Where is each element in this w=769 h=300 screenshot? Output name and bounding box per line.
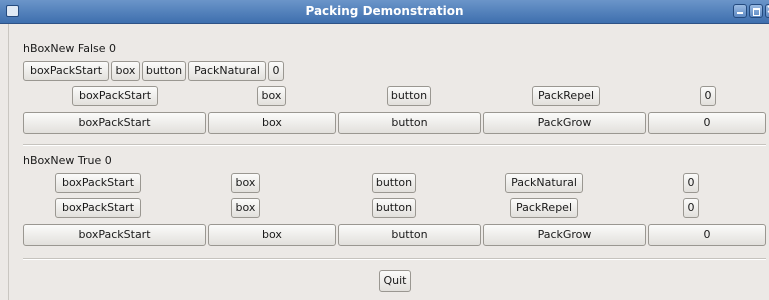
window-title: Packing Demonstration — [305, 4, 464, 18]
button-packnatural[interactable]: PackNatural — [188, 61, 266, 81]
button-button[interactable]: button — [372, 173, 416, 193]
button-packrepel[interactable]: PackRepel — [532, 86, 600, 106]
button-button[interactable]: button — [142, 61, 186, 81]
button-packnatural[interactable]: PackNatural — [505, 173, 583, 193]
button-zero[interactable]: 0 — [648, 224, 766, 246]
section-label-hboxnew-true: hBoxNew True 0 — [23, 154, 112, 167]
section-label-hboxnew-false: hBoxNew False 0 — [23, 42, 117, 55]
button-boxpackstart[interactable]: boxPackStart — [55, 198, 141, 218]
title-bar[interactable]: Packing Demonstration — [0, 0, 769, 24]
button-zero[interactable]: 0 — [700, 86, 716, 106]
button-box[interactable]: box — [208, 112, 336, 134]
button-boxpackstart[interactable]: boxPackStart — [23, 224, 206, 246]
button-boxpackstart[interactable]: boxPackStart — [55, 173, 141, 193]
button-button[interactable]: button — [372, 198, 416, 218]
button-box[interactable]: box — [257, 86, 286, 106]
button-packrepel[interactable]: PackRepel — [510, 198, 578, 218]
window-border — [8, 24, 9, 300]
button-zero[interactable]: 0 — [268, 61, 284, 81]
separator — [23, 258, 766, 260]
separator — [23, 144, 766, 146]
button-packgrow[interactable]: PackGrow — [483, 224, 646, 246]
button-boxpackstart[interactable]: boxPackStart — [23, 112, 206, 134]
button-button[interactable]: button — [338, 224, 481, 246]
button-zero[interactable]: 0 — [683, 198, 699, 218]
button-zero[interactable]: 0 — [648, 112, 766, 134]
button-box[interactable]: box — [231, 173, 260, 193]
button-box[interactable]: box — [111, 61, 140, 81]
minimize-button[interactable] — [733, 4, 747, 18]
button-boxpackstart[interactable]: boxPackStart — [72, 86, 158, 106]
quit-button[interactable]: Quit — [379, 270, 411, 292]
button-zero[interactable]: 0 — [683, 173, 699, 193]
button-packgrow[interactable]: PackGrow — [483, 112, 646, 134]
maximize-button[interactable] — [749, 4, 763, 18]
close-button[interactable] — [765, 2, 769, 18]
button-box[interactable]: box — [231, 198, 260, 218]
button-button[interactable]: button — [387, 86, 431, 106]
button-button[interactable]: button — [338, 112, 481, 134]
button-box[interactable]: box — [208, 224, 336, 246]
button-boxpackstart[interactable]: boxPackStart — [23, 61, 109, 81]
